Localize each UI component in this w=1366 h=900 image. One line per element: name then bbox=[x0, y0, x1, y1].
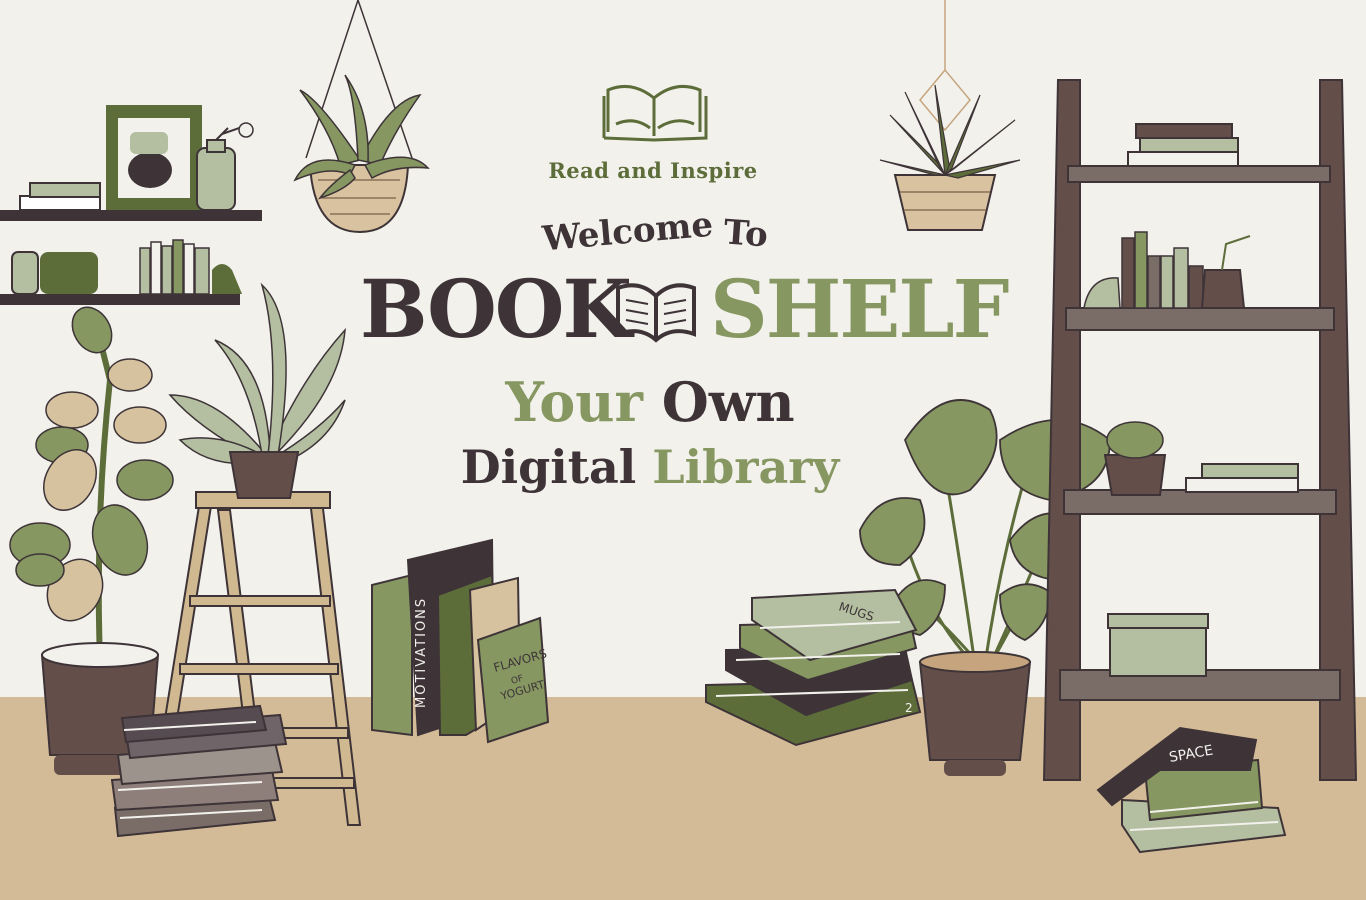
book-spine-motivations: MOTIVATIONS bbox=[414, 597, 429, 708]
hanging-planter-right bbox=[879, 0, 1021, 231]
upright-books bbox=[371, 538, 550, 744]
potted-pothos-plant bbox=[168, 282, 346, 499]
title-shelf: SHELF bbox=[710, 262, 1009, 356]
subtitle-own: Own bbox=[661, 370, 795, 434]
subtitle-your: Your bbox=[505, 370, 643, 434]
subtitle-library: Library bbox=[652, 440, 840, 494]
book-volume-number: 2 bbox=[905, 701, 913, 715]
title-book: BOOK bbox=[360, 262, 632, 356]
subtitle-line-2: Digital Library bbox=[440, 440, 860, 494]
to-word: To bbox=[722, 212, 770, 256]
subtitle-digital: Digital bbox=[460, 440, 637, 494]
book-stack-left bbox=[110, 704, 288, 838]
tagline: Read and Inspire bbox=[548, 158, 758, 183]
hanging-planter-left bbox=[293, 0, 430, 234]
open-book-logo-icon bbox=[602, 84, 708, 142]
wall-shelves bbox=[0, 105, 262, 305]
welcome-heading: Welcome To bbox=[520, 205, 790, 260]
subtitle-line-1: Your Own bbox=[450, 370, 850, 434]
